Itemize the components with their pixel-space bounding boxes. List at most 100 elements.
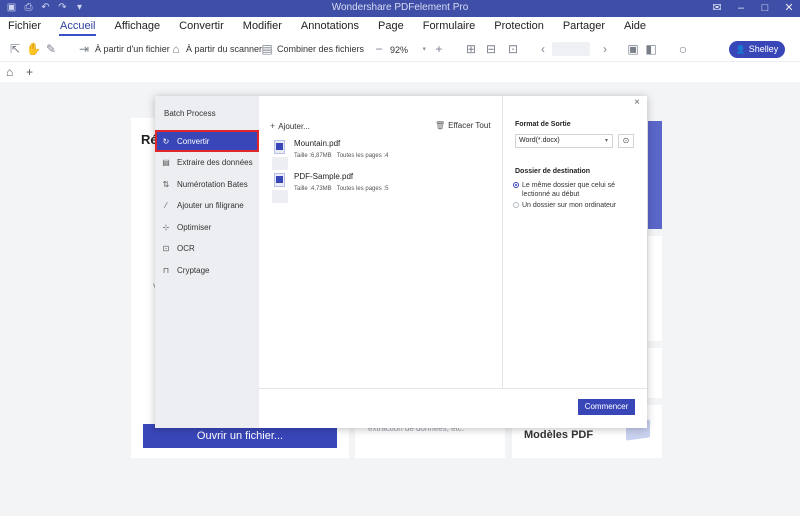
add-files-label: Ajouter... xyxy=(278,122,310,131)
format-settings-button[interactable]: ⊙ xyxy=(618,134,634,148)
lock-icon: ⊓ xyxy=(162,265,170,275)
batch-process-dialog: × Batch Process ↻ Convertir ▤ Extraire d… xyxy=(155,96,647,428)
sidebar-item-ocr[interactable]: ⊡ OCR xyxy=(155,237,259,259)
menu-formulaire[interactable]: Formulaire xyxy=(423,17,476,36)
sidebar-item-label: OCR xyxy=(177,243,195,253)
home-icon[interactable]: ⌂ xyxy=(6,65,13,79)
chevron-down-icon: ▾ xyxy=(604,138,608,144)
title-bar: ▣ ⎙ ↶ ↷ ▾ Wondershare PDFelement Pro ✉ –… xyxy=(0,0,800,17)
zoom-select[interactable]: 92% ▾ xyxy=(386,43,428,57)
watermark-icon: ⁄ xyxy=(165,200,167,210)
dest-option-same-folder[interactable]: Le même dossier que celui sé lectionné a… xyxy=(513,181,643,199)
next-page-icon[interactable]: › xyxy=(598,42,612,56)
sidebar-item-bates[interactable]: ⇅ Numérotation Bates xyxy=(155,173,259,195)
dest-option-label: Un dossier sur mon ordinateur xyxy=(522,202,617,209)
bates-icon: ⇅ xyxy=(162,179,170,189)
side-card xyxy=(648,348,662,398)
divider xyxy=(259,388,647,389)
convert-icon: ↻ xyxy=(162,136,170,146)
menu-partager[interactable]: Partager xyxy=(563,17,605,36)
menu-annotations[interactable]: Annotations xyxy=(301,17,359,36)
menu-bar: Fichier Accueil Affichage Convertir Modi… xyxy=(0,17,800,36)
menu-convertir[interactable]: Convertir xyxy=(179,17,224,36)
clear-all-button[interactable]: 🗑 Effacer Tout xyxy=(435,121,491,130)
mail-icon[interactable]: ✉ xyxy=(710,1,724,15)
combine-button[interactable]: Combiner des fichiers xyxy=(277,44,364,54)
prev-page-icon[interactable]: ‹ xyxy=(536,42,550,56)
optimize-icon: ⊹ xyxy=(162,222,170,232)
file-thumbnail xyxy=(272,157,288,170)
page-number-input[interactable] xyxy=(552,42,590,56)
fit-width-icon[interactable]: ⊞ xyxy=(464,42,478,56)
start-button[interactable]: Commencer xyxy=(578,399,635,415)
combine-icon[interactable]: ▤ xyxy=(260,42,274,56)
pdf-file-icon xyxy=(272,139,288,157)
menu-aide[interactable]: Aide xyxy=(624,17,646,36)
menu-affichage[interactable]: Affichage xyxy=(114,17,160,36)
window-controls: ✉ – □ ✕ xyxy=(710,1,796,15)
snapshot-icon[interactable]: ▣ xyxy=(626,42,640,56)
sidebar-item-label: Cryptage xyxy=(177,265,210,275)
radio-selected xyxy=(513,182,519,188)
from-file-button[interactable]: À partir d'un fichier xyxy=(95,44,170,54)
file-name: PDF-Sample.pdf xyxy=(294,172,354,181)
edit-tool-icon[interactable]: ✎ xyxy=(44,42,58,56)
menu-protection[interactable]: Protection xyxy=(494,17,544,36)
file-pages: Toutes les pages :5 xyxy=(336,186,389,192)
new-tab-icon[interactable]: + xyxy=(26,65,33,79)
zoom-in-icon[interactable]: + xyxy=(432,42,446,56)
file-list-panel: + Ajouter... 🗑 Effacer Tout Mountain.pdf T… xyxy=(259,96,502,428)
menu-fichier[interactable]: Fichier xyxy=(8,17,41,36)
output-settings-panel: Format de Sortie Word(*.docx) ▾ ⊙ Dossie… xyxy=(503,96,647,388)
list-item[interactable]: PDF-Sample.pdf Taille :4,73MB Toutes les… xyxy=(272,172,492,203)
select-tool-icon[interactable]: ⇱ xyxy=(8,42,22,56)
list-item[interactable]: Mountain.pdf Taille :6,87MB Toutes les p… xyxy=(272,139,492,170)
view-mode-icon[interactable]: ◧ xyxy=(644,42,658,56)
destination-label: Dossier de destination xyxy=(515,168,591,175)
search-icon[interactable]: ○ xyxy=(676,42,690,56)
sidebar-item-extraire[interactable]: ▤ Extraire des données xyxy=(155,151,259,173)
trash-icon: 🗑 xyxy=(435,121,446,130)
dest-option-my-computer[interactable]: Un dossier sur mon ordinateur xyxy=(513,201,643,211)
file-thumbnail xyxy=(272,190,288,203)
menu-accueil[interactable]: Accueil xyxy=(59,17,97,36)
clear-all-label: Effacer Tout xyxy=(448,121,491,130)
menu-page[interactable]: Page xyxy=(378,17,404,36)
close-icon[interactable]: ✕ xyxy=(782,1,796,15)
from-file-icon[interactable]: ⇥ xyxy=(77,42,91,56)
scanner-icon[interactable]: ⌂ xyxy=(169,42,183,56)
sidebar-item-cryptage[interactable]: ⊓ Cryptage xyxy=(155,259,259,281)
toolbar: ⇱ ✋ ✎ ⇥ À partir d'un fichier ⌂ À partir… xyxy=(0,36,800,62)
sidebar-item-filigrane[interactable]: ⁄ Ajouter un filigrane xyxy=(155,194,259,216)
ocr-icon: ⊡ xyxy=(162,243,170,253)
chevron-down-icon: ▾ xyxy=(422,46,426,53)
add-files-button[interactable]: + Ajouter... xyxy=(270,121,310,131)
output-format-select[interactable]: Word(*.docx) ▾ xyxy=(515,134,613,148)
sidebar-item-convertir[interactable]: ↻ Convertir xyxy=(155,130,259,152)
user-name: Shelley xyxy=(748,44,779,54)
plus-icon: + xyxy=(270,121,276,131)
maximize-icon[interactable]: □ xyxy=(758,1,772,15)
dialog-title: Batch Process xyxy=(164,109,216,118)
output-format-label: Format de Sortie xyxy=(515,121,571,128)
file-size: Taille :4,73MB xyxy=(294,186,332,192)
from-scanner-button[interactable]: À partir du scanner xyxy=(186,44,262,54)
settings-icon: ⊙ xyxy=(622,136,630,145)
fit-page-icon[interactable]: ⊟ xyxy=(484,42,498,56)
user-icon: 👤 xyxy=(735,45,746,54)
hand-tool-icon[interactable]: ✋ xyxy=(26,42,41,56)
sidebar-item-label: Optimiser xyxy=(177,222,212,232)
sidebar-item-optimiser[interactable]: ⊹ Optimiser xyxy=(155,216,259,238)
zoom-out-icon[interactable]: − xyxy=(372,42,386,56)
minimize-icon[interactable]: – xyxy=(734,1,748,15)
file-size: Taille :6,87MB xyxy=(294,153,332,159)
sidebar-item-label: Convertir xyxy=(177,136,210,146)
user-account-button[interactable]: 👤 Shelley xyxy=(729,41,785,58)
pdf-file-icon xyxy=(272,172,288,190)
side-card xyxy=(648,236,662,341)
sidebar-item-label: Ajouter un filigrane xyxy=(177,200,244,210)
dest-option-label: Le même dossier que celui sé lectionné a… xyxy=(522,182,615,198)
menu-modifier[interactable]: Modifier xyxy=(243,17,282,36)
file-name: Mountain.pdf xyxy=(294,139,341,148)
rotate-icon[interactable]: ⊡ xyxy=(506,42,520,56)
